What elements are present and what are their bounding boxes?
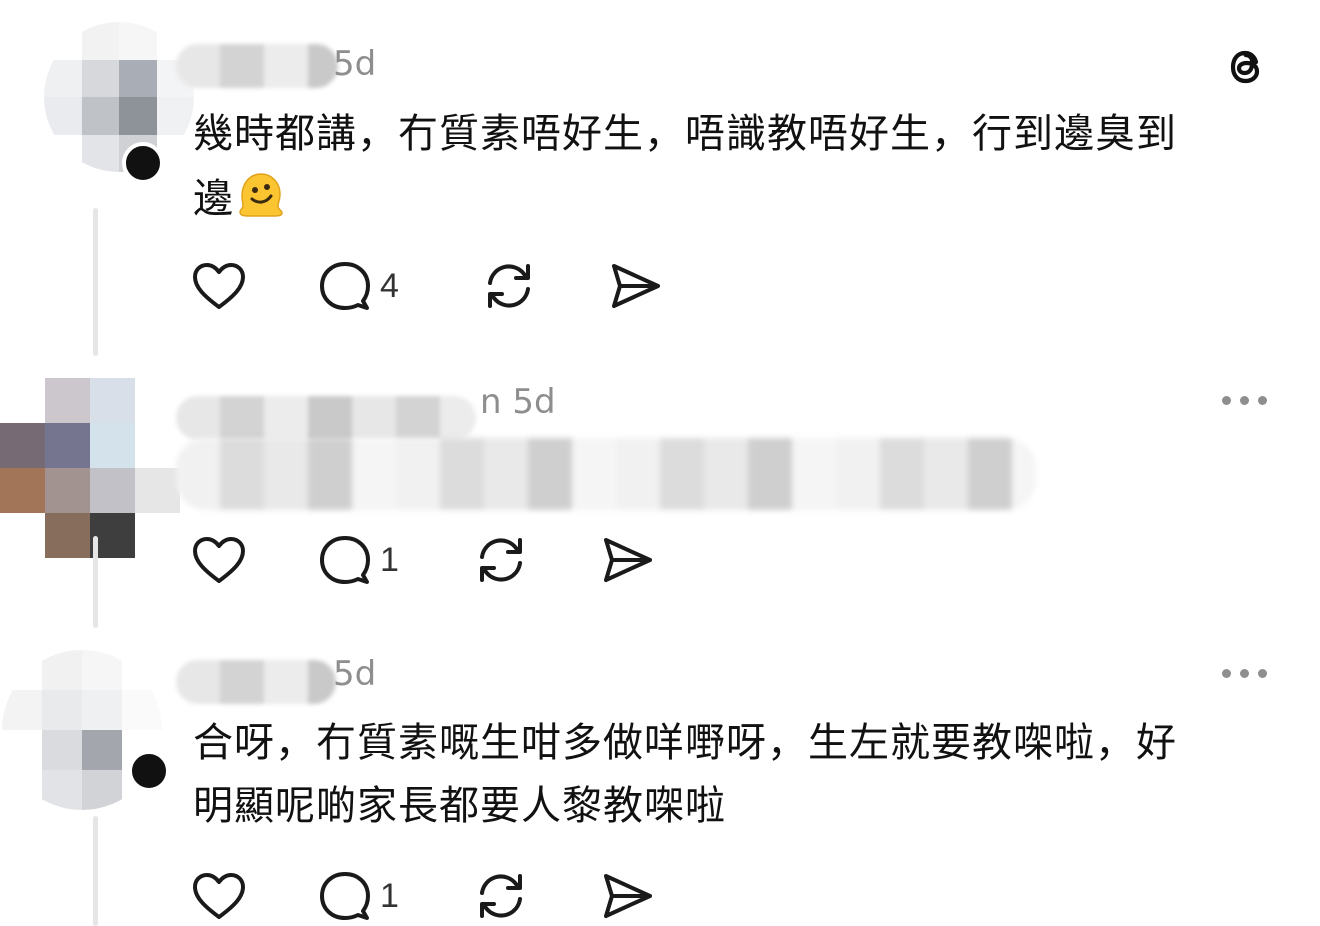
username-redacted[interactable] (176, 44, 338, 88)
post-text-line-2: 邊 (193, 166, 1273, 231)
post-1: 5d 幾時都講，冇質素唔好生，唔識教唔好生，行到邊臭到 邊 4 (0, 0, 1320, 360)
reply-count: 1 (380, 540, 399, 579)
post-time: n 5d (480, 382, 556, 422)
follow-badge[interactable] (122, 142, 164, 184)
melting-face-icon (239, 173, 283, 217)
post-text-line: 合呀，冇質素嘅生咁多做咩嘢呀，生左就要教㗎啦，好 (193, 720, 1177, 766)
like-button[interactable] (190, 530, 248, 590)
post-text-fragment: 邊 (193, 176, 234, 222)
repost-button[interactable] (472, 530, 530, 590)
post-actions: 4 (190, 256, 690, 316)
like-button[interactable] (190, 866, 248, 926)
reply-button[interactable]: 4 (318, 256, 399, 316)
heart-icon (193, 873, 245, 919)
more-options-button[interactable] (1222, 663, 1274, 683)
thread-line (93, 208, 98, 356)
send-icon (612, 264, 660, 308)
post-text: 幾時都講，冇質素唔好生，唔識教唔好生，行到邊臭到 邊 (193, 103, 1273, 231)
send-icon (604, 538, 652, 582)
comment-icon (320, 262, 370, 310)
reply-count: 4 (380, 266, 399, 305)
thread-line (93, 816, 98, 926)
thread-line (93, 536, 98, 628)
repost-icon (488, 264, 530, 308)
heart-icon (193, 263, 245, 309)
post-time: 5d (333, 44, 377, 84)
post-3: 5d 合呀，冇質素嘅生咁多做咩嘢呀，生左就要教㗎啦，好 明顯呢啲家長都要人黎教㗎… (0, 630, 1320, 926)
reply-button[interactable]: 1 (318, 866, 399, 926)
post-actions: 1 (190, 530, 690, 590)
share-button[interactable] (600, 866, 656, 926)
comment-icon (320, 872, 370, 920)
post-text-redacted (176, 438, 1036, 510)
repost-button[interactable] (472, 866, 530, 926)
time-prefix: n (480, 382, 502, 422)
time-value: 5d (512, 382, 556, 422)
threads-logo-icon[interactable] (1222, 42, 1272, 92)
repost-button[interactable] (480, 256, 538, 316)
send-icon (604, 874, 652, 918)
repost-icon (480, 538, 522, 582)
post-text-line: 幾時都講，冇質素唔好生，唔識教唔好生，行到邊臭到 (193, 111, 1177, 157)
reply-button[interactable]: 1 (318, 530, 399, 590)
post-text-line-2: 明顯呢啲家長都要人黎教㗎啦 (193, 783, 726, 829)
reply-count: 1 (380, 876, 399, 915)
comment-icon (320, 536, 370, 584)
avatar[interactable] (44, 22, 194, 172)
heart-icon (193, 537, 245, 583)
like-button[interactable] (190, 256, 248, 316)
repost-icon (480, 874, 522, 918)
avatar[interactable] (0, 378, 180, 558)
follow-badge[interactable] (128, 750, 170, 792)
post-2: n 5d 1 (0, 360, 1320, 630)
username-redacted[interactable] (176, 660, 336, 704)
username-redacted[interactable] (176, 396, 476, 440)
post-time: 5d (333, 654, 377, 694)
post-text: 合呀，冇質素嘅生咁多做咩嘢呀，生左就要教㗎啦，好 明顯呢啲家長都要人黎教㗎啦 (193, 712, 1273, 838)
share-button[interactable] (608, 256, 664, 316)
post-actions: 1 (190, 866, 690, 926)
share-button[interactable] (600, 530, 656, 590)
more-options-button[interactable] (1222, 390, 1274, 410)
